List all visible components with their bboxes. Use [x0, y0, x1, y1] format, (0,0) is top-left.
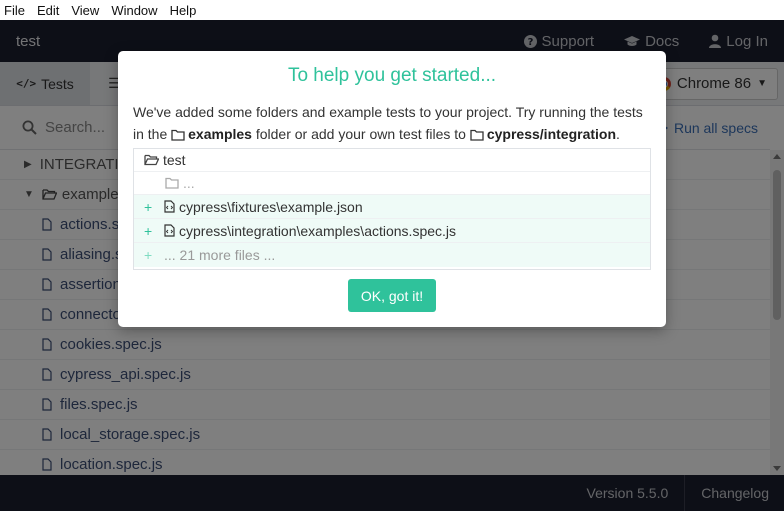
tree-root: test [134, 149, 650, 172]
menu-window[interactable]: Window [111, 3, 157, 18]
modal-text-3: . [616, 126, 620, 142]
menu-edit[interactable]: Edit [37, 3, 59, 18]
folder-icon [171, 129, 185, 141]
folder-open-icon [144, 154, 159, 166]
tree-more-files: + ... 21 more files ... [134, 243, 650, 267]
ok-got-it-button[interactable]: OK, got it! [348, 279, 436, 312]
menu-bar: File Edit View Window Help [0, 0, 784, 20]
integration-folder-name: cypress/integration [486, 126, 617, 142]
modal-title: To help you get started... [287, 65, 497, 86]
tree-root-label: test [163, 152, 186, 168]
menu-help[interactable]: Help [170, 3, 197, 18]
menu-file[interactable]: File [4, 3, 25, 18]
tree-added-file: + cypress\integration\examples\actions.s… [134, 219, 650, 243]
menu-view[interactable]: View [71, 3, 99, 18]
scaffold-file-tree: test ... + cypress\fixtures\example.json… [133, 148, 651, 270]
tree-file-label: cypress\integration\examples\actions.spe… [179, 222, 457, 239]
tree-more-label: ... 21 more files ... [164, 247, 276, 263]
tree-ellipsis-row: ... [134, 172, 650, 195]
folder-icon [470, 129, 484, 141]
examples-folder-name: examples [188, 126, 252, 142]
onboarding-modal: To help you get started... We've added s… [118, 51, 666, 327]
tree-added-file: + cypress\fixtures\example.json [134, 195, 650, 219]
plus-icon: + [144, 222, 153, 239]
modal-text-2: folder or add your own test files to [255, 126, 466, 142]
code-file-icon [164, 224, 175, 237]
modal-body: We've added some folders and example tes… [133, 101, 651, 145]
plus-icon: + [144, 198, 153, 215]
folder-icon [165, 177, 179, 189]
tree-file-label: cypress\fixtures\example.json [179, 198, 363, 215]
tree-ellipsis: ... [183, 175, 195, 191]
code-file-icon [164, 200, 175, 213]
plus-icon: + [144, 247, 153, 263]
